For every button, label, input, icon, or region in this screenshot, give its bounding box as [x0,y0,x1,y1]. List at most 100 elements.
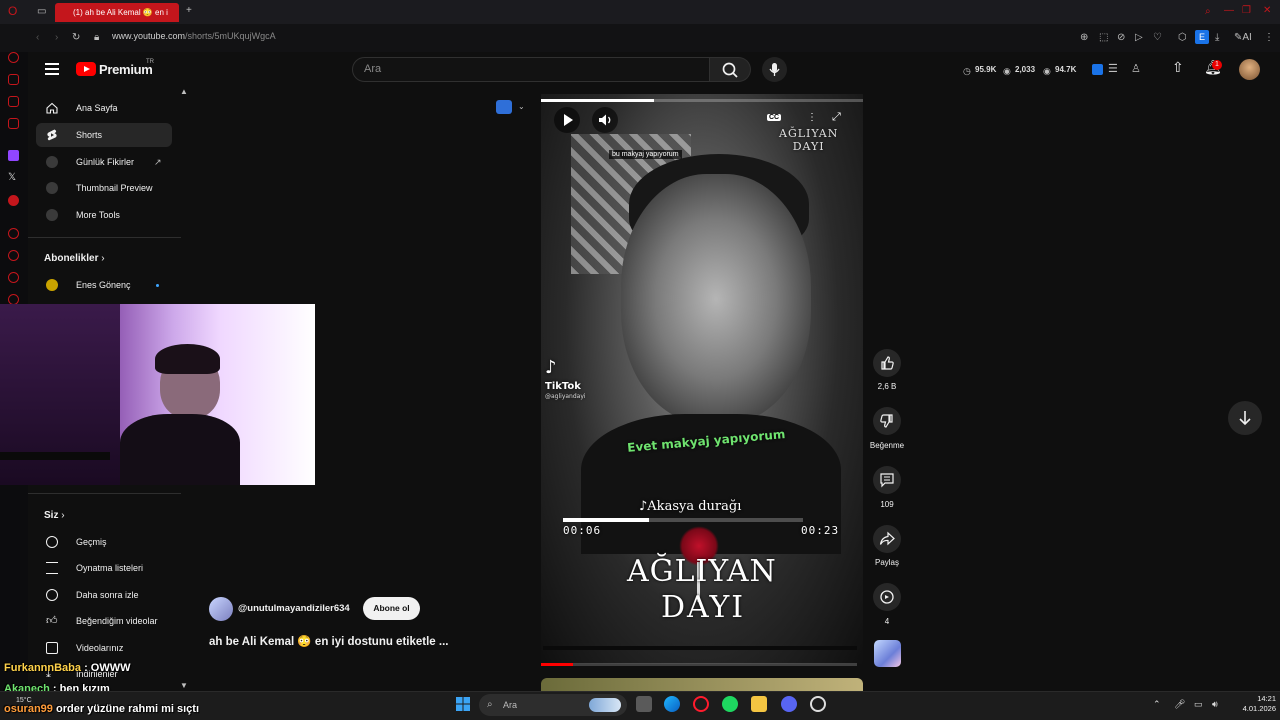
voice-search-button[interactable] [762,57,787,82]
account-avatar[interactable] [1239,59,1260,80]
next-video-button[interactable] [1228,401,1262,435]
home-icon [46,102,58,114]
subscriptions-header[interactable]: Abonelikler › [44,253,105,264]
twitch-icon[interactable] [8,150,19,161]
search-tabs-icon[interactable]: ⌕ [1205,6,1211,18]
opera-bag-icon[interactable] [8,74,19,85]
video-progress-bar[interactable] [541,663,857,666]
nav-thumbnail-preview[interactable]: Thumbnail Preview [36,176,172,200]
maximize-icon[interactable]: ❐ [1242,5,1251,17]
back-icon[interactable]: ‹ [36,32,39,44]
new-tab-icon[interactable]: + [186,5,192,17]
tab-active[interactable]: (1) ah be Ali Kemal 😳 en i [55,3,179,22]
list-tool-icon[interactable]: ☰ [1108,63,1118,75]
nav-liked[interactable]: 👍︎ Beğendiğim videolar [36,609,172,633]
upload-icon[interactable]: ⇧ [1172,60,1184,74]
search-input[interactable]: Ara [352,57,710,82]
task-view-icon[interactable] [636,696,652,712]
taskbar-clock[interactable]: 14:21 4.01.2026 [1228,694,1276,714]
network-icon[interactable]: ▭ [1194,698,1203,710]
history-icon [46,536,58,548]
nav-history[interactable]: Geçmiş [36,530,172,554]
opera-messenger-icon[interactable] [8,96,19,107]
nav-shorts[interactable]: Shorts [36,123,172,147]
opera-flow-icon[interactable] [8,272,19,283]
remix-button[interactable] [873,583,901,611]
x-icon[interactable]: 𝕏 [8,172,16,184]
nav-daily-ideas[interactable]: Günlük Fikirler ↗ [36,150,172,174]
share-button[interactable] [873,525,901,553]
extension-badge[interactable]: E [1195,30,1209,44]
close-window-icon[interactable]: ✕ [1263,5,1271,17]
like-button[interactable] [873,349,901,377]
nav-watch-later[interactable]: Daha sonra izle [36,583,172,607]
chevron-down-icon[interactable]: ⌄ [518,101,525,113]
obs-icon[interactable] [810,696,826,712]
opera-taskbar-icon[interactable] [693,696,709,712]
nav-playlists[interactable]: Oynatma listeleri [36,556,172,580]
brand-label[interactable]: Premium [99,62,153,77]
snapshot-icon[interactable]: ⬚ [1099,32,1108,44]
microphone-tray-icon[interactable]: 🎤︎ [1174,698,1185,710]
minimize-icon[interactable]: — [1224,5,1234,17]
opera-mail-icon[interactable] [8,118,19,129]
nav-home[interactable]: Ana Sayfa [36,96,172,120]
sub-channel-item[interactable]: Enes Gönenç [36,273,172,297]
taskbar-search[interactable]: ⌕ Ara [479,694,627,716]
adblock-icon[interactable]: ⊘ [1117,32,1125,44]
file-explorer-icon[interactable] [751,696,767,712]
reload-icon[interactable]: ↻ [72,32,80,44]
channel-name[interactable]: @unutulmayandiziler634 [238,603,350,614]
start-button[interactable] [455,696,471,712]
tray-chevron-icon[interactable]: ⌃ [1153,698,1161,710]
speaker-icon[interactable]: 🔊︎ [1212,698,1218,710]
discord-icon[interactable] [781,696,797,712]
forward-icon[interactable]: › [55,32,58,44]
youtube-logo-icon[interactable] [76,62,96,76]
ai-button[interactable]: ✎AI [1234,32,1252,44]
nav-divider [28,493,181,494]
cc-button[interactable]: CC [767,114,782,121]
webcam-overlay [0,304,315,485]
nav-your-videos[interactable]: Videolarınız [36,636,172,660]
dislike-button[interactable] [873,407,901,435]
nav-more-tools[interactable]: More Tools [36,203,172,227]
play-button[interactable] [554,107,580,133]
menu-icon[interactable] [45,63,59,75]
heart-icon[interactable]: ♡ [1153,32,1162,44]
edge-icon[interactable] [664,696,680,712]
opera-logo-icon[interactable]: O [8,5,17,17]
vidiq-video-icon[interactable] [496,100,512,114]
comments-button[interactable] [873,466,901,494]
scroll-up-icon[interactable]: ▲ [180,86,188,98]
shorts-video[interactable]: CC ⋮ ⤢ bu makyaj yapıyorum AĞLIYAN DAYI … [541,94,863,664]
volume-button[interactable] [592,107,618,133]
opera-music-icon[interactable] [8,195,19,206]
player-icon[interactable]: ▷ [1135,32,1143,44]
opera-clock-icon[interactable] [8,250,19,261]
subscribe-button[interactable]: Abone ol [363,597,420,620]
chat-message: osuran99 order yüzüne rahmi mi sıçtı [4,703,199,715]
search-button[interactable] [710,57,751,82]
more-options-icon[interactable]: ⋮ [807,112,817,123]
menu-dots-icon[interactable]: ⋮ [1264,32,1274,44]
tab-menu-icon[interactable]: ▭ [37,6,46,18]
pin-icon[interactable]: ⊕ [1080,32,1088,44]
channel-avatar[interactable] [209,597,233,621]
opera-ai-icon[interactable] [8,52,19,63]
fullscreen-icon[interactable]: ⤢ [832,111,841,124]
video-title[interactable]: ah be Ali Kemal 😳 en iyi dostunu etiketl… [209,634,448,648]
download-icon[interactable]: ⤓ [1215,32,1219,44]
nav-divider [28,237,181,238]
url-field[interactable]: www.youtube.com/shorts/5mUKqujWgcA [112,31,276,41]
opera-history-icon[interactable] [8,228,19,239]
tiktok-handle: @agliyandayi [545,393,586,400]
sound-thumbnail[interactable] [874,640,901,667]
extensions-icon[interactable]: ⬡ [1178,32,1187,44]
vidiq-icon[interactable] [1092,64,1103,75]
next-short-preview[interactable] [541,678,863,691]
you-header[interactable]: Siz › [44,510,65,521]
spotify-icon[interactable] [722,696,738,712]
player-top-progress[interactable] [541,99,863,102]
trophy-icon[interactable]: ♙ [1131,63,1141,75]
